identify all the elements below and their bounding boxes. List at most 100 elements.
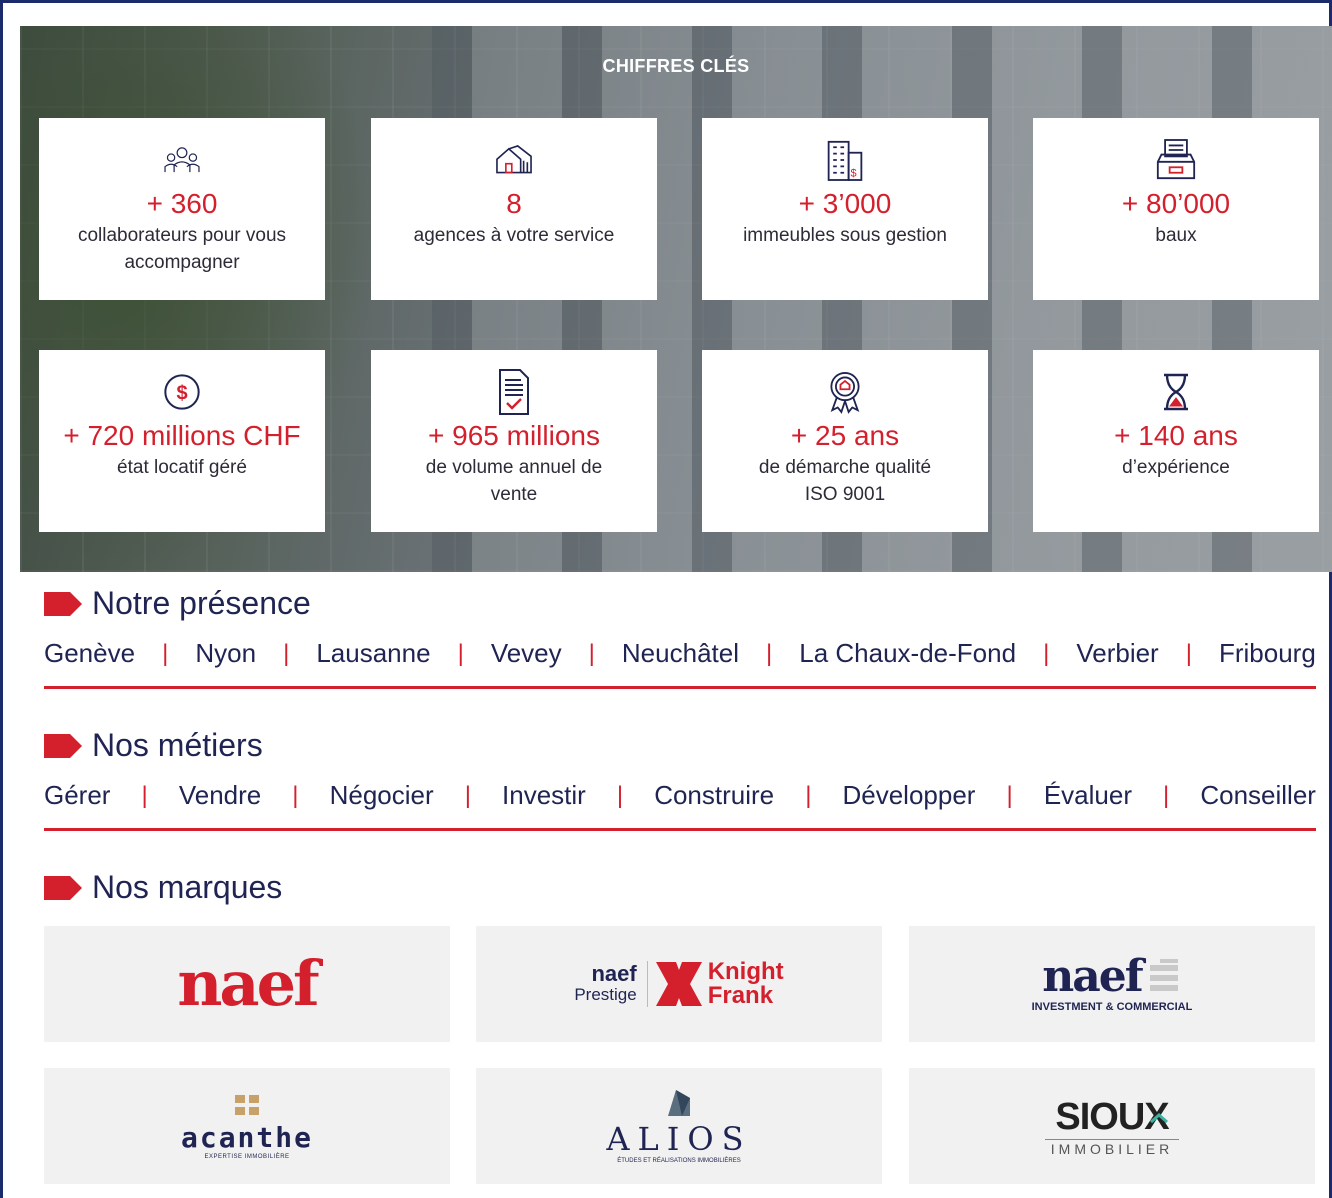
link-separator: | — [805, 781, 812, 809]
link-separator: | — [616, 781, 624, 809]
award-ribbon-icon — [825, 368, 865, 416]
presence-link-verbier[interactable]: Verbier — [1076, 638, 1158, 669]
marques-title: Nos marques — [92, 869, 283, 905]
stat-label: de démarche qualité ISO 9001 — [758, 457, 932, 505]
knight-frank-word-2: Frank — [707, 982, 774, 1009]
presence-links: Genève | Nyon | Lausanne | Vevey | Neuchâtel… — [44, 638, 1316, 669]
houses-icon — [494, 136, 534, 184]
acanthe-leaf-icon — [235, 1094, 259, 1115]
knight-frank-mark-icon — [655, 962, 702, 1006]
link-separator: | — [766, 639, 773, 667]
stat-label: de volume annuel de vente — [425, 457, 603, 505]
building-icon: $ — [825, 136, 865, 184]
metiers-links: Gérer | Vendre | Négocier | Investir | Const… — [44, 780, 1316, 811]
naef-logo: naef — [177, 947, 319, 1020]
building-stack-icon — [1149, 959, 1178, 991]
team-icon — [162, 136, 202, 184]
metier-link-developper[interactable]: Développer — [842, 780, 975, 811]
stat-label: agences à votre service — [413, 225, 615, 246]
presence-link-nyon[interactable]: Nyon — [195, 638, 256, 669]
stat-value: + 965 millions — [428, 420, 600, 451]
stat-label: baux — [1155, 225, 1197, 246]
brand-naef-prestige-knight-frank[interactable]: naef Prestige Knight Frank — [476, 926, 882, 1042]
link-separator: | — [457, 639, 464, 667]
link-separator: | — [588, 639, 595, 667]
metier-link-evaluer[interactable]: Évaluer — [1044, 780, 1132, 811]
alios-mark-icon — [668, 1090, 690, 1116]
presence-link-vevey[interactable]: Vevey — [491, 638, 562, 669]
naef-prestige-sub: Prestige — [574, 985, 637, 1004]
red-flag-icon — [44, 875, 82, 900]
link-separator: | — [1185, 639, 1192, 667]
knight-frank-logo: Knight Frank — [708, 960, 784, 1008]
stat-card-rental: $ + 720 millions CHF état locatif géré — [39, 350, 325, 532]
presence-link-lausanne[interactable]: Lausanne — [316, 638, 430, 669]
dollar-coin-icon: $ — [162, 368, 202, 416]
presence-link-neuchatel[interactable]: Neuchâtel — [622, 638, 739, 669]
stat-value: + 80’000 — [1121, 188, 1231, 219]
link-separator: | — [162, 639, 169, 667]
stat-card-experience: + 140 ans d’expérience — [1033, 350, 1319, 532]
metier-link-negocier[interactable]: Négocier — [330, 780, 434, 811]
metiers-title: Nos métiers — [92, 727, 263, 763]
stat-card-leases: + 80’000 baux — [1033, 118, 1319, 300]
stat-value: 8 — [506, 188, 522, 219]
brand-acanthe[interactable]: acanthe EXPERTISE IMMOBILIÈRE — [44, 1068, 450, 1184]
link-separator: | — [1163, 781, 1170, 809]
naef-prestige-word: naef — [591, 961, 637, 986]
stat-value: + 3’000 — [798, 188, 892, 219]
link-separator: | — [464, 781, 471, 809]
marques-heading: Nos marques — [44, 869, 282, 906]
stat-label: immeubles sous gestion — [743, 225, 947, 246]
presence-title: Notre présence — [92, 585, 311, 621]
red-flag-icon — [44, 591, 82, 616]
red-flag-icon — [44, 733, 82, 758]
hourglass-icon — [1156, 368, 1196, 416]
naef-prestige-logo: naef Prestige — [574, 963, 636, 1005]
link-separator: | — [141, 781, 148, 809]
stat-value: + 720 millions CHF — [63, 420, 301, 451]
stat-label: d’expérience — [1122, 457, 1230, 478]
svg-text:$: $ — [850, 167, 856, 179]
presence-heading: Notre présence — [44, 585, 311, 622]
metier-link-conseiller[interactable]: Conseiller — [1200, 780, 1316, 811]
brand-sioux-immobilier[interactable]: SIOUX IMMOBILIER — [909, 1068, 1315, 1184]
key-figures-hero: CHIFFRES CLÉS + 360 collaborateurs pour … — [20, 26, 1332, 572]
stat-value: + 360 — [146, 188, 218, 219]
stat-card-collaborators: + 360 collaborateurs pour vous accompagn… — [39, 118, 325, 300]
presence-link-geneve[interactable]: Genève — [44, 638, 135, 669]
metier-link-gerer[interactable]: Gérer — [44, 780, 110, 811]
stat-card-quality: + 25 ans de démarche qualité ISO 9001 — [702, 350, 988, 532]
svg-text:$: $ — [176, 383, 187, 405]
stat-label: état locatif géré — [117, 457, 247, 478]
sioux-rule — [1045, 1138, 1179, 1140]
sioux-sub: IMMOBILIER — [1050, 1140, 1174, 1157]
link-separator: | — [292, 781, 299, 809]
brand-naef[interactable]: naef — [44, 926, 450, 1042]
metier-link-construire[interactable]: Construire — [654, 780, 774, 811]
stat-value: + 140 ans — [1114, 420, 1238, 451]
stat-card-sales-volume: + 965 millions de volume annuel de vente — [371, 350, 657, 532]
knight-frank-word-1: Knight — [707, 958, 784, 985]
acanthe-sub: EXPERTISE IMMOBILIÈRE — [204, 1153, 290, 1160]
presence-link-fribourg[interactable]: Fribourg — [1219, 638, 1316, 669]
file-tray-icon — [1156, 136, 1196, 184]
link-separator: | — [1006, 781, 1013, 809]
stat-value: + 25 ans — [790, 420, 900, 451]
link-separator: | — [283, 639, 290, 667]
sioux-logo: SIOUX — [1055, 1096, 1169, 1139]
naef-ic-logo: naef — [1042, 955, 1181, 999]
acanthe-word: acanthe — [180, 1120, 313, 1154]
brand-naef-investment-commercial[interactable]: naef INVESTMENT & COMMERCIAL — [909, 926, 1315, 1042]
sioux-chevron-icon — [1149, 1112, 1168, 1123]
brand-alios[interactable]: ALIOS ÉTUDES ET RÉALISATIONS IMMOBILIÈRE… — [476, 1068, 882, 1184]
metier-link-vendre[interactable]: Vendre — [179, 780, 261, 811]
metier-link-investir[interactable]: Investir — [502, 780, 586, 811]
logo-divider — [646, 961, 648, 1007]
link-separator: | — [1043, 639, 1050, 667]
alios-sub: ÉTUDES ET RÉALISATIONS IMMOBILIÈRES — [617, 1158, 741, 1164]
presence-divider — [44, 686, 1316, 689]
key-figures-title: CHIFFRES CLÉS — [602, 56, 750, 76]
presence-link-la-chaux-de-fond[interactable]: La Chaux-de-Fond — [799, 638, 1016, 669]
metiers-heading: Nos métiers — [44, 727, 263, 764]
